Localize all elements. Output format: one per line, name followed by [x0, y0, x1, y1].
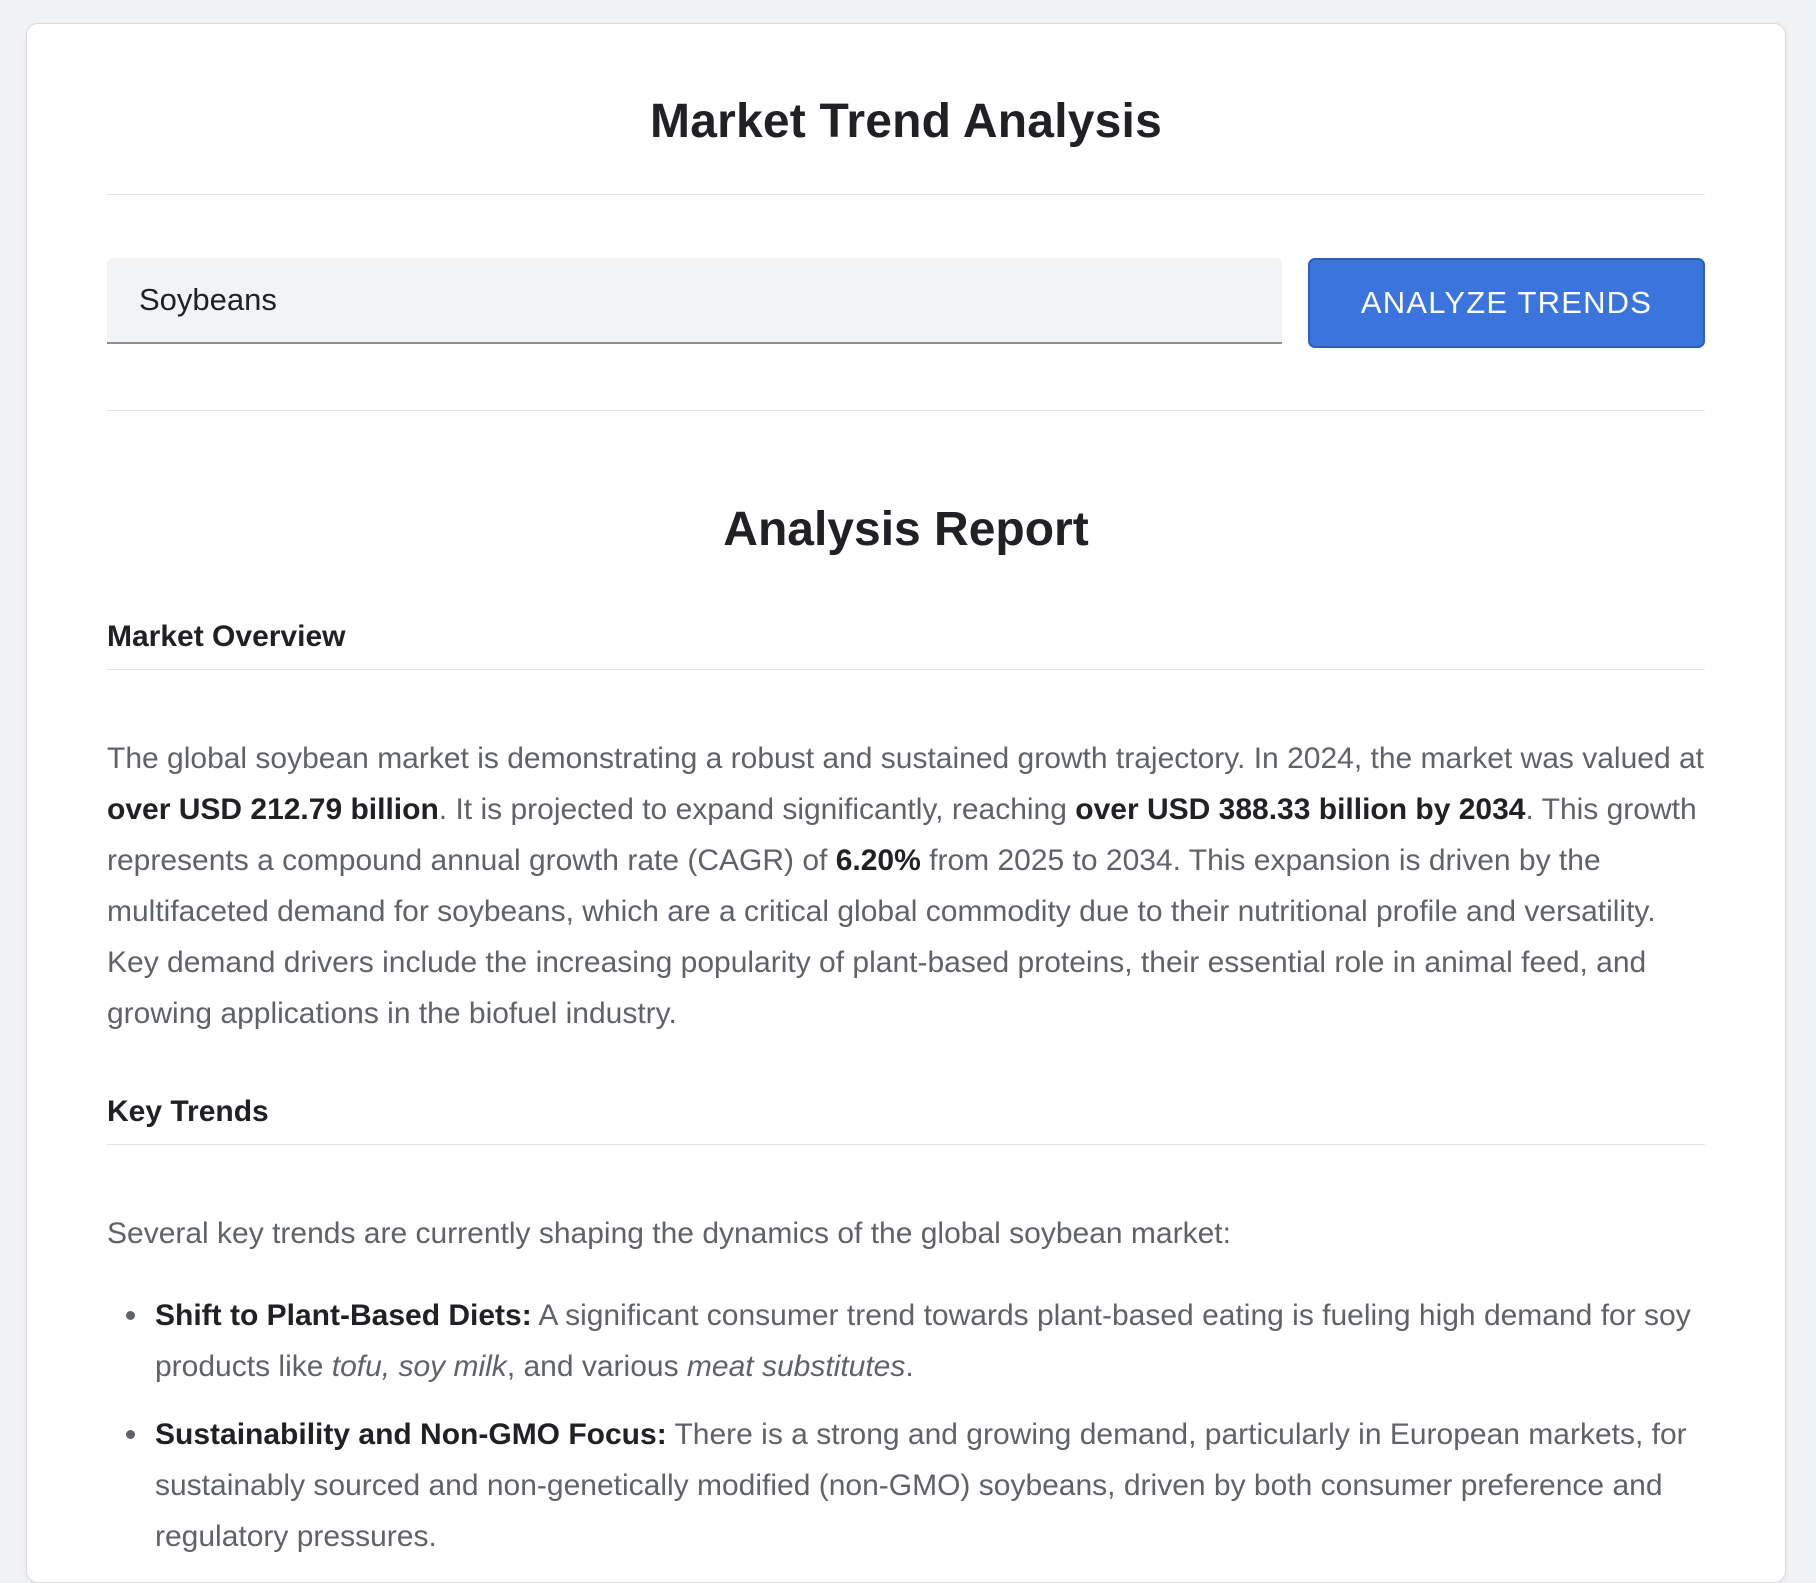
- search-divider: [107, 410, 1705, 411]
- overview-text-2: . It is projected to expand significantl…: [438, 793, 1076, 826]
- overview-value-2024: over USD 212.79 billion: [107, 793, 439, 826]
- trend-text: .: [905, 1350, 914, 1383]
- trend-title: Shift to Plant-Based Diets:: [155, 1299, 532, 1332]
- overview-text-1: The global soybean market is demonstrati…: [107, 742, 1704, 775]
- report-title: Analysis Report: [723, 503, 1089, 556]
- bullet-icon: [126, 1311, 135, 1320]
- overview-value-2034: over USD 388.33 billion by 2034: [1075, 793, 1526, 826]
- header-divider: [107, 194, 1705, 195]
- page-title: Market Trend Analysis: [650, 95, 1162, 148]
- key-trends-heading: Key Trends: [107, 1095, 1705, 1145]
- list-item: Sustainability and Non-GMO Focus: There …: [126, 1409, 1705, 1562]
- bullet-icon: [126, 1430, 135, 1439]
- trend-title: Sustainability and Non-GMO Focus:: [155, 1418, 667, 1451]
- market-overview-text: The global soybean market is demonstrati…: [107, 733, 1705, 1039]
- trend-italic: tofu, soy milk: [331, 1350, 507, 1383]
- trend-text: , and various: [506, 1350, 687, 1383]
- analysis-card: Market Trend Analysis ANALYZE TRENDS Ana…: [26, 23, 1786, 1583]
- key-trends-intro: Several key trends are currently shaping…: [107, 1217, 1231, 1250]
- key-trends-list: Shift to Plant-Based Diets: A significan…: [107, 1290, 1705, 1579]
- commodity-search-input[interactable]: [107, 258, 1282, 344]
- list-item: Shift to Plant-Based Diets: A significan…: [126, 1290, 1705, 1392]
- market-overview-heading: Market Overview: [107, 620, 1705, 670]
- trend-italic: meat substitutes: [686, 1350, 906, 1383]
- analyze-trends-button[interactable]: ANALYZE TRENDS: [1308, 258, 1705, 348]
- overview-cagr: 6.20%: [835, 844, 921, 877]
